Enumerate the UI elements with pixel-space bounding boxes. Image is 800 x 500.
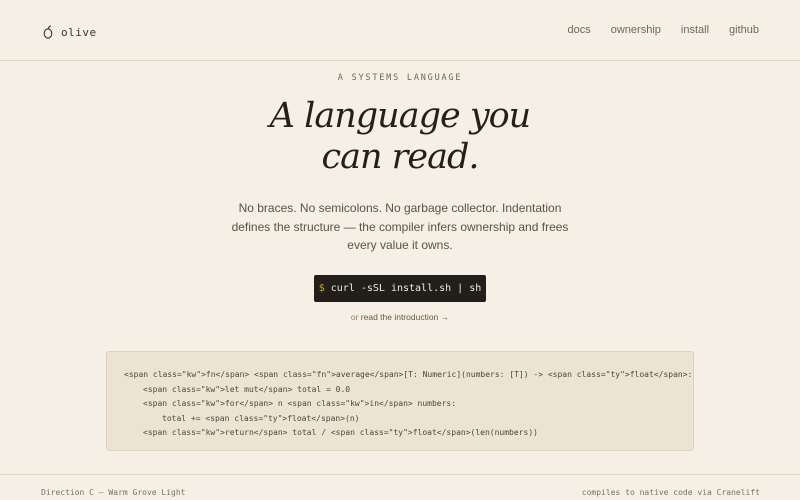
nav-link-install[interactable]: install (681, 24, 709, 36)
install-command: curl -sSL install.sh | sh (330, 283, 482, 294)
install-command-button[interactable]: $ curl -sSL install.sh | sh (314, 275, 486, 302)
code-line: <span class="kw">for</span> n <span clas… (143, 399, 457, 408)
footer: Direction C — Warm Grove Light compiles … (0, 474, 800, 500)
lede: No braces. No semicolons. No garbage col… (231, 201, 569, 252)
code-line: <span class="kw">let mut</span> total = … (143, 384, 351, 394)
nav-links: docs ownership install github (548, 24, 760, 36)
code-line: <span class="kw">fn</span> <span class="… (124, 370, 693, 379)
brand-name: olive (61, 25, 97, 39)
code-line: total += <span class="ty">float</span>(n… (162, 413, 360, 423)
code-line: <span class="kw">return</span> total / <… (143, 428, 538, 437)
nav-link-github[interactable]: github (729, 24, 759, 36)
footer-compile-note: compiles to native code via Cranelift (581, 488, 760, 497)
footer-direction-label: Direction C — Warm Grove Light (41, 488, 186, 497)
read-introduction-link[interactable]: read the introduction → (361, 312, 449, 322)
headline-line-1: A language you (269, 96, 531, 136)
top-nav: olive docs ownership install github (0, 0, 800, 61)
olive-leaf-icon (43, 25, 53, 39)
headline: A language you can read. (0, 96, 800, 178)
headline-line-2: can read. (321, 137, 480, 177)
eyebrow: A SYSTEMS LANGUAGE (337, 73, 463, 83)
intro-line: or read the introduction → (0, 312, 800, 322)
code-sample: <span class="kw">fn</span> <span class="… (106, 351, 694, 451)
nav-link-docs[interactable]: docs (568, 24, 591, 36)
intro-prefix: or (350, 312, 359, 322)
brand[interactable]: olive (43, 22, 97, 42)
prompt-symbol: $ (318, 283, 325, 294)
nav-link-ownership[interactable]: ownership (611, 24, 661, 36)
